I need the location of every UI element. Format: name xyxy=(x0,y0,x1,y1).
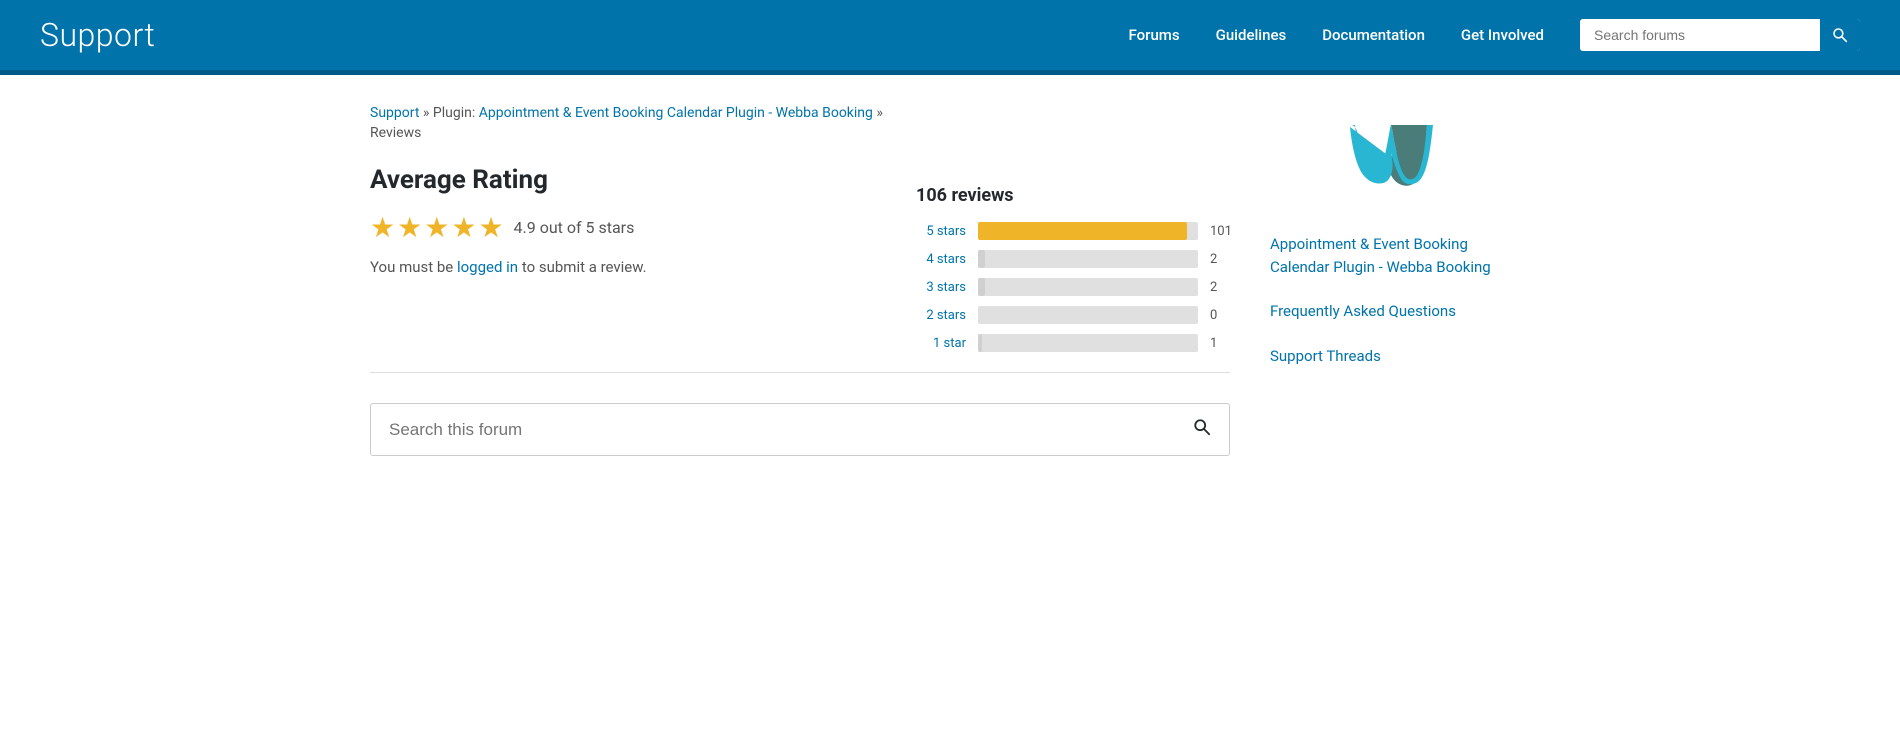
section-divider xyxy=(370,372,1230,373)
content-area: Support » Plugin: Appointment & Event Bo… xyxy=(370,105,1230,456)
nav-documentation[interactable]: Documentation xyxy=(1322,26,1425,44)
star-2: ★ xyxy=(397,211,422,244)
bar-label-4[interactable]: 4 stars xyxy=(916,252,966,267)
login-post: to submit a review. xyxy=(518,258,647,276)
forum-search-input[interactable] xyxy=(371,406,1175,454)
login-text: You must be logged in to submit a review… xyxy=(370,258,856,276)
bar-label-2[interactable]: 2 stars xyxy=(916,308,966,323)
sidebar-support-link[interactable]: Support Threads xyxy=(1270,345,1530,368)
bar-row-2: 2 stars 0 xyxy=(916,306,1230,324)
site-title: Support xyxy=(40,16,155,54)
plugin-logo-svg xyxy=(1335,115,1465,205)
avg-rating-section: Average Rating ★ ★ ★ ★ ★ 4.9 out of 5 st… xyxy=(370,165,856,300)
login-pre: You must be xyxy=(370,258,457,276)
bar-track-1 xyxy=(978,334,1198,352)
avg-rating-heading: Average Rating xyxy=(370,165,856,195)
sidebar-plugin-link[interactable]: Appointment & Event Booking Calendar Plu… xyxy=(1270,233,1530,278)
bar-label-1[interactable]: 1 star xyxy=(916,336,966,351)
site-header: Support Forums Guidelines Documentation … xyxy=(0,0,1900,70)
bar-track-3 xyxy=(978,278,1198,296)
breadcrumb-support-link[interactable]: Support xyxy=(370,105,419,121)
forum-search-wrap xyxy=(370,403,1230,456)
bar-label-3[interactable]: 3 stars xyxy=(916,280,966,295)
bar-track-2 xyxy=(978,306,1198,324)
bar-fill-5 xyxy=(978,222,1187,240)
main-content: Support » Plugin: Appointment & Event Bo… xyxy=(350,75,1550,486)
reviews-section: 106 reviews 5 stars 101 4 stars xyxy=(916,185,1230,352)
star-4: ★ xyxy=(451,211,476,244)
nav-get-involved[interactable]: Get Involved xyxy=(1461,26,1544,44)
bar-row-4: 4 stars 2 xyxy=(916,250,1230,268)
bar-row-1: 1 star 1 xyxy=(916,334,1230,352)
star-5: ★ xyxy=(478,211,503,244)
login-link[interactable]: logged in xyxy=(457,258,518,276)
bar-fill-4 xyxy=(978,250,985,268)
sidebar: Appointment & Event Booking Calendar Plu… xyxy=(1270,105,1530,456)
plugin-logo xyxy=(1270,115,1530,205)
bar-label-5[interactable]: 5 stars xyxy=(916,224,966,239)
nav-guidelines[interactable]: Guidelines xyxy=(1216,26,1287,44)
breadcrumb-plugin-link[interactable]: Appointment & Event Booking Calendar Plu… xyxy=(479,105,873,121)
rating-text: 4.9 out of 5 stars xyxy=(514,218,635,237)
forum-search-icon xyxy=(1193,418,1211,436)
rating-bars: 5 stars 101 4 stars 2 xyxy=(916,222,1230,352)
bar-fill-1 xyxy=(978,334,982,352)
bar-row-5: 5 stars 101 xyxy=(916,222,1230,240)
bar-count-4: 2 xyxy=(1210,252,1230,267)
sidebar-faq-link[interactable]: Frequently Asked Questions xyxy=(1270,300,1530,323)
breadcrumb-sep2: » xyxy=(873,105,883,121)
stars-row: ★ ★ ★ ★ ★ 4.9 out of 5 stars xyxy=(370,211,856,244)
reviews-count: 106 reviews xyxy=(916,185,1230,206)
bar-count-5: 101 xyxy=(1210,224,1230,239)
breadcrumb-current: Reviews xyxy=(370,125,1230,141)
breadcrumb: Support » Plugin: Appointment & Event Bo… xyxy=(370,105,1230,121)
bar-track-5 xyxy=(978,222,1198,240)
star-3: ★ xyxy=(424,211,449,244)
breadcrumb-sep1: » Plugin: xyxy=(419,105,478,121)
star-1: ★ xyxy=(370,211,395,244)
bar-row-3: 3 stars 2 xyxy=(916,278,1230,296)
nav-forums[interactable]: Forums xyxy=(1129,26,1180,44)
bar-count-2: 0 xyxy=(1210,308,1230,323)
forum-search-button[interactable] xyxy=(1175,404,1229,455)
bar-count-3: 2 xyxy=(1210,280,1230,295)
header-search-button[interactable] xyxy=(1820,19,1860,51)
stars: ★ ★ ★ ★ ★ xyxy=(370,211,504,244)
header-search-input[interactable] xyxy=(1580,19,1820,51)
header-search-wrap xyxy=(1580,19,1860,51)
bar-count-1: 1 xyxy=(1210,336,1230,351)
bar-track-4 xyxy=(978,250,1198,268)
search-icon xyxy=(1832,27,1848,43)
bar-fill-3 xyxy=(978,278,985,296)
main-nav: Forums Guidelines Documentation Get Invo… xyxy=(1129,19,1860,51)
